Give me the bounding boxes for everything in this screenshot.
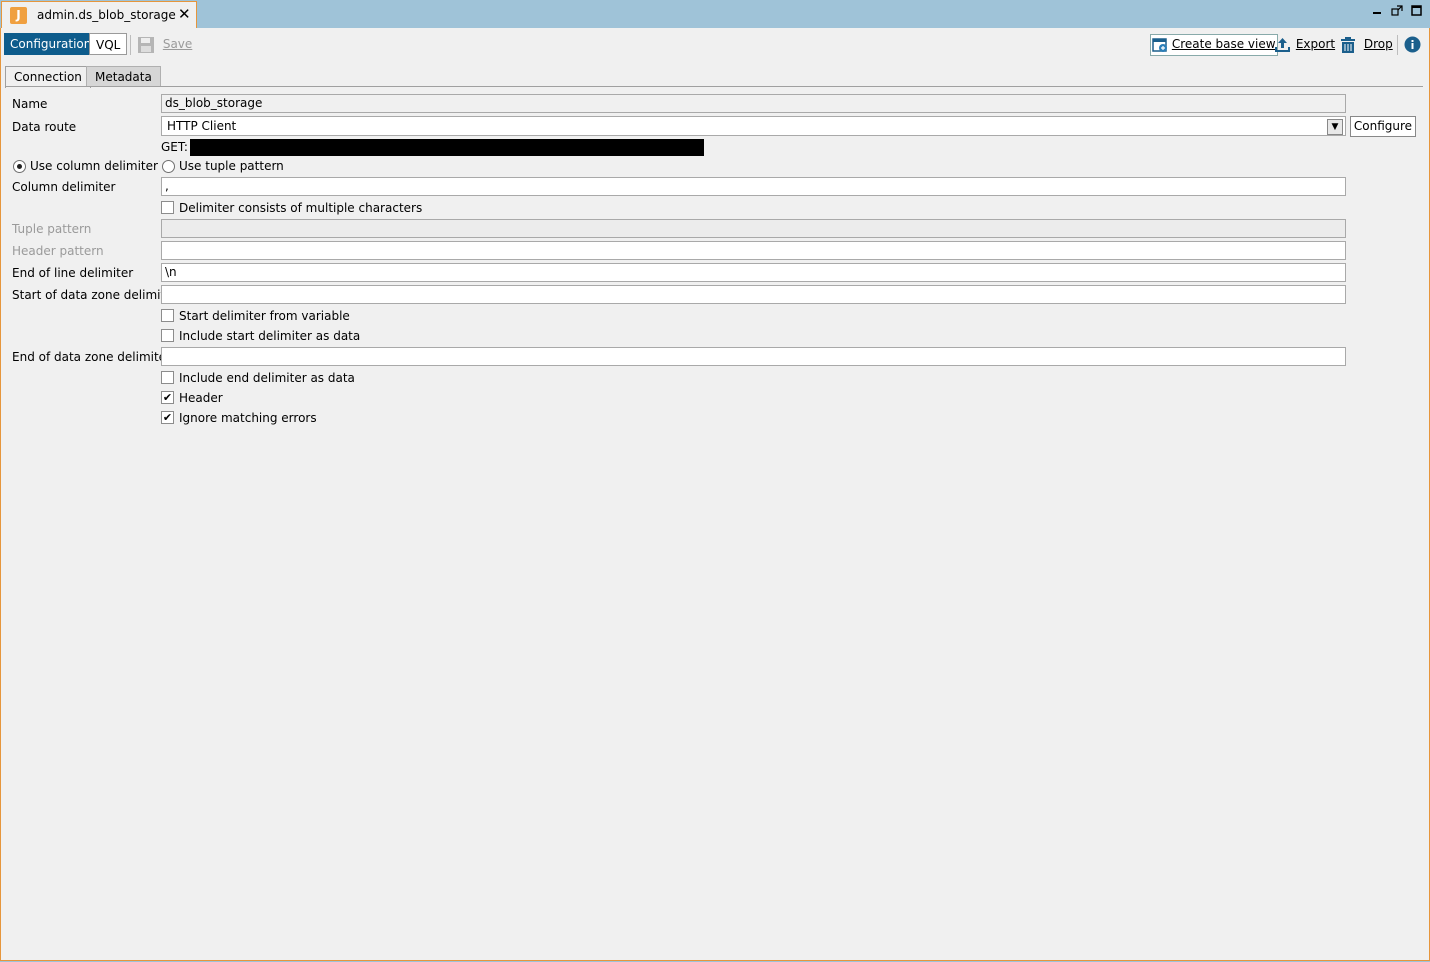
create-base-view-button[interactable]: Create base view	[1150, 34, 1278, 56]
data-route-value: HTTP Client	[167, 119, 237, 133]
minimize-icon[interactable]	[1370, 5, 1384, 19]
header-pattern-label: Header pattern	[12, 244, 104, 258]
tab-panel-border	[5, 86, 1423, 87]
start-from-variable-checkbox[interactable]	[161, 309, 174, 322]
include-end-label: Include end delimiter as data	[179, 371, 355, 385]
use-column-delimiter-label: Use column delimiter	[30, 159, 158, 173]
document-tab-title: admin.ds_blob_storage	[37, 8, 176, 22]
data-route-label: Data route	[12, 120, 77, 134]
multi-char-checkbox[interactable]	[161, 201, 174, 214]
save-button[interactable]: Save	[137, 33, 192, 55]
tuple-pattern-label: Tuple pattern	[12, 222, 92, 236]
name-label: Name	[12, 97, 48, 111]
column-delimiter-label: Column delimiter	[12, 180, 116, 194]
configure-button[interactable]: Configure	[1350, 116, 1416, 137]
start-zone-field[interactable]	[161, 285, 1346, 304]
info-icon	[1404, 36, 1421, 53]
create-base-view-icon	[1152, 37, 1167, 52]
configuration-tab[interactable]: Configuration	[4, 33, 98, 55]
tuple-pattern-field[interactable]	[161, 219, 1346, 238]
toolbar-separator	[130, 35, 131, 55]
header-checkbox[interactable]: ✔	[161, 391, 174, 404]
redacted-url	[190, 139, 704, 156]
use-tuple-pattern-label: Use tuple pattern	[179, 159, 284, 173]
get-label: GET:	[161, 140, 188, 154]
start-zone-label: Start of data zone delimiter	[12, 288, 178, 302]
end-of-line-field[interactable]: \n	[161, 263, 1346, 282]
create-base-view-label: Create base view	[1171, 37, 1276, 51]
include-start-checkbox[interactable]	[161, 329, 174, 342]
column-delimiter-field[interactable]: ,	[161, 177, 1346, 196]
export-button[interactable]: Export	[1274, 33, 1335, 55]
include-end-checkbox[interactable]	[161, 371, 174, 384]
use-tuple-pattern-radio[interactable]	[162, 160, 175, 173]
header-label: Header	[179, 391, 223, 405]
vql-tab[interactable]: VQL	[89, 33, 128, 55]
info-button[interactable]	[1404, 33, 1421, 55]
chevron-down-icon[interactable]: ▼	[1327, 119, 1343, 135]
restore-icon[interactable]	[1390, 5, 1404, 19]
end-of-line-label: End of line delimiter	[12, 266, 134, 280]
start-from-variable-label: Start delimiter from variable	[179, 309, 350, 323]
tab-metadata[interactable]: Metadata	[86, 66, 161, 87]
export-label: Export	[1295, 37, 1336, 51]
header-pattern-field[interactable]	[161, 241, 1346, 260]
title-bar: J admin.ds_blob_storage ✕	[0, 0, 1430, 29]
drop-button[interactable]: Drop	[1339, 33, 1393, 55]
name-field[interactable]: ds_blob_storage	[161, 94, 1346, 113]
drop-label: Drop	[1363, 37, 1393, 51]
save-label: Save	[162, 37, 193, 51]
end-zone-label: End of data zone delimiter	[12, 350, 171, 364]
app-icon: J	[10, 7, 27, 24]
multi-char-label: Delimiter consists of multiple character…	[179, 201, 423, 215]
tab-connection[interactable]: Connection	[5, 66, 91, 88]
document-tab[interactable]: J admin.ds_blob_storage ✕	[1, 1, 197, 29]
export-icon	[1275, 37, 1290, 52]
ignore-errors-label: Ignore matching errors	[179, 411, 317, 425]
end-zone-field[interactable]	[161, 347, 1346, 366]
include-start-label: Include start delimiter as data	[179, 329, 361, 343]
data-route-select[interactable]: HTTP Client ▼	[161, 116, 1346, 136]
maximize-icon[interactable]	[1410, 5, 1424, 19]
toolbar-separator-right	[1397, 35, 1398, 55]
toolbar: Configuration VQL Save Create base view …	[0, 30, 1430, 60]
close-icon[interactable]: ✕	[178, 5, 191, 23]
use-column-delimiter-radio[interactable]	[13, 160, 26, 173]
save-icon	[138, 36, 154, 53]
drop-icon	[1341, 36, 1355, 53]
ignore-errors-checkbox[interactable]: ✔	[161, 411, 174, 424]
